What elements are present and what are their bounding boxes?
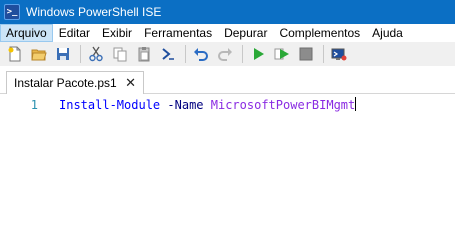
code-parameter: -Name [167,98,204,112]
run-selection-icon [274,48,289,60]
toolbar-separator [323,45,324,63]
code-argument: MicrosoftPowerBIMgmt [210,98,356,112]
remote-powershell-button[interactable] [328,43,350,65]
powershell-console-button[interactable] [157,43,179,65]
tab-strip: Instalar Pacote.ps1 ✕ [0,66,455,94]
powershell-console-icon [162,48,174,60]
toolbar-separator [185,45,186,63]
menu-depurar[interactable]: Depurar [218,24,273,42]
line-number: 1 [30,98,38,112]
paste-button[interactable] [133,43,155,65]
stop-button[interactable] [295,43,317,65]
window-title: Windows PowerShell ISE [26,5,162,19]
cut-button[interactable] [85,43,107,65]
run-script-button[interactable] [247,43,269,65]
menu-exibir[interactable]: Exibir [96,24,138,42]
cut-icon [89,46,103,62]
remote-powershell-icon [331,48,347,61]
copy-icon [113,47,127,62]
save-button[interactable] [52,43,74,65]
script-editor[interactable]: 1 Install-Module -Name MicrosoftPowerBIM… [0,94,455,240]
toolbar-separator [80,45,81,63]
menu-ajuda[interactable]: Ajuda [366,24,409,42]
menu-editar[interactable]: Editar [53,24,96,42]
undo-icon [194,48,208,61]
open-button[interactable] [28,43,50,65]
paste-icon [138,47,150,62]
toolbar [0,42,455,66]
tab-instalar-pacote[interactable]: Instalar Pacote.ps1 ✕ [6,71,144,94]
menu-arquivo[interactable]: Arquivo [0,24,53,42]
menu-complementos[interactable]: Complementos [273,24,366,42]
stop-icon [299,47,313,61]
run-selection-button[interactable] [271,43,293,65]
open-folder-icon [31,49,47,61]
undo-button[interactable] [190,43,212,65]
save-icon [57,48,69,60]
close-icon[interactable]: ✕ [125,76,136,90]
tab-label: Instalar Pacote.ps1 [14,76,117,90]
text-caret [355,97,357,111]
copy-button[interactable] [109,43,131,65]
menu-ferramentas[interactable]: Ferramentas [138,24,218,42]
new-file-button[interactable] [4,43,26,65]
code-line: Install-Module -Name MicrosoftPowerBIMgm… [59,96,357,114]
redo-button[interactable] [214,43,236,65]
menu-bar: Arquivo Editar Exibir Ferramentas Depura… [0,24,455,42]
powershell-logo-icon: >_ [4,4,20,20]
code-command: Install-Module [59,98,161,112]
title-bar: >_ Windows PowerShell ISE [0,0,455,24]
redo-icon [218,48,232,61]
toolbar-separator [242,45,243,63]
new-file-icon [8,46,21,62]
run-script-icon [254,48,264,60]
